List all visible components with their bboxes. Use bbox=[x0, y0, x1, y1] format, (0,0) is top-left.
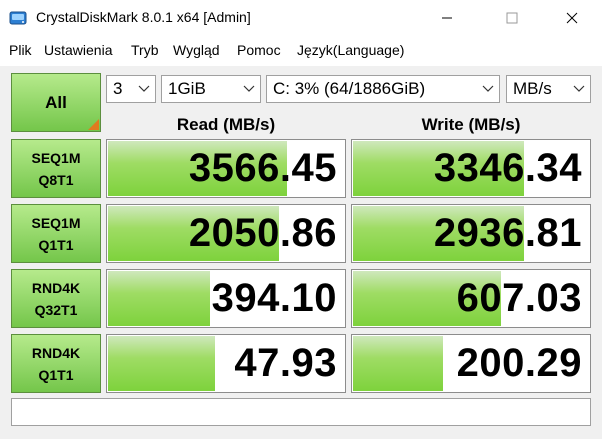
read-value: 47.93 bbox=[234, 341, 337, 385]
size-select[interactable]: 1GiB bbox=[161, 75, 261, 103]
menu-jezyk[interactable]: Język(Language) bbox=[297, 42, 404, 58]
maximize-button[interactable] bbox=[489, 0, 535, 36]
close-icon bbox=[566, 12, 578, 24]
write-result-rnd4k-q32t1: 607.03 bbox=[351, 269, 591, 328]
test-label-line1: RND4K bbox=[31, 344, 81, 361]
read-bar bbox=[108, 271, 211, 326]
write-result-seq1m-q8t1: 3346.34 bbox=[351, 139, 591, 198]
read-result-seq1m-q8t1: 3566.45 bbox=[106, 139, 346, 198]
title-bar[interactable]: CrystalDiskMark 8.0.1 x64 [Admin] bbox=[0, 0, 602, 36]
menu-ustawienia[interactable]: Ustawienia bbox=[44, 42, 112, 58]
count-select[interactable]: 3 bbox=[106, 75, 156, 103]
minimize-button[interactable] bbox=[424, 0, 470, 36]
count-select-value: 3 bbox=[113, 79, 123, 98]
unit-select-value: MB/s bbox=[513, 79, 552, 98]
menu-wyglad[interactable]: Wygląd bbox=[173, 42, 220, 58]
test-label-line1: RND4K bbox=[31, 279, 81, 296]
read-value: 3566.45 bbox=[188, 146, 337, 190]
write-result-seq1m-q1t1: 2936.81 bbox=[351, 204, 591, 263]
read-bar bbox=[108, 336, 216, 391]
write-value: 200.29 bbox=[456, 341, 582, 385]
corner-marker bbox=[88, 119, 99, 130]
read-result-seq1m-q1t1: 2050.86 bbox=[106, 204, 346, 263]
test-label-line1: SEQ1M bbox=[31, 149, 81, 166]
test-label-line2: Q32T1 bbox=[34, 301, 78, 318]
write-value: 607.03 bbox=[456, 276, 582, 320]
write-value: 3346.34 bbox=[433, 146, 582, 190]
read-result-rnd4k-q1t1: 47.93 bbox=[106, 334, 346, 393]
test-label-line1: SEQ1M bbox=[31, 214, 81, 231]
read-column-header: Read (MB/s) bbox=[176, 115, 276, 134]
maximize-icon bbox=[506, 12, 518, 24]
test-button-rnd4k-q1t1[interactable]: RND4K Q1T1 bbox=[11, 334, 101, 393]
write-value: 2936.81 bbox=[433, 211, 582, 255]
write-column-header: Write (MB/s) bbox=[421, 115, 521, 134]
chevron-down-icon bbox=[477, 76, 499, 102]
menu-plik[interactable]: Plik bbox=[9, 42, 32, 58]
window-title: CrystalDiskMark 8.0.1 x64 [Admin] bbox=[36, 9, 251, 25]
chevron-down-icon bbox=[133, 76, 155, 102]
chevron-down-icon bbox=[238, 76, 260, 102]
drive-select-value: C: 3% (64/1886GiB) bbox=[273, 79, 426, 98]
menu-pomoc[interactable]: Pomoc bbox=[237, 42, 281, 58]
close-button[interactable] bbox=[549, 0, 595, 36]
all-button[interactable]: All bbox=[11, 73, 101, 132]
write-result-rnd4k-q1t1: 200.29 bbox=[351, 334, 591, 393]
size-select-value: 1GiB bbox=[168, 79, 206, 98]
menu-tryb[interactable]: Tryb bbox=[131, 42, 158, 58]
status-bar bbox=[11, 398, 591, 426]
minimize-icon bbox=[442, 17, 452, 19]
menu-bar: Plik Ustawienia Tryb Wygląd Pomoc Język(… bbox=[0, 36, 602, 66]
read-value: 2050.86 bbox=[188, 211, 337, 255]
read-value: 394.10 bbox=[211, 276, 337, 320]
disk-app-icon bbox=[9, 11, 27, 25]
test-label-line2: Q1T1 bbox=[38, 236, 74, 253]
read-result-rnd4k-q32t1: 394.10 bbox=[106, 269, 346, 328]
unit-select[interactable]: MB/s bbox=[506, 75, 591, 103]
test-button-rnd4k-q32t1[interactable]: RND4K Q32T1 bbox=[11, 269, 101, 328]
test-button-seq1m-q8t1[interactable]: SEQ1M Q8T1 bbox=[11, 139, 101, 198]
write-bar bbox=[353, 336, 444, 391]
chevron-down-icon bbox=[568, 76, 590, 102]
all-button-label: All bbox=[45, 92, 67, 112]
test-label-line2: Q1T1 bbox=[38, 366, 74, 383]
drive-select[interactable]: C: 3% (64/1886GiB) bbox=[266, 75, 500, 103]
test-label-line2: Q8T1 bbox=[38, 171, 74, 188]
test-button-seq1m-q1t1[interactable]: SEQ1M Q1T1 bbox=[11, 204, 101, 263]
